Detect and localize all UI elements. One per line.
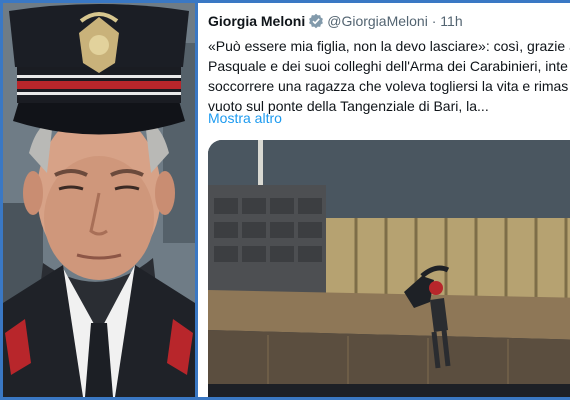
tweet-text-line: soccorrere una ragazza che voleva toglie… [208,78,569,94]
tweet-header: Giorgia Meloni @GiorgiaMeloni · 11h [208,13,463,32]
tweet-text-line: «Può essere mia figlia, non la devo lasc… [208,38,570,54]
author-name[interactable]: Giorgia Meloni [208,13,305,29]
author-handle[interactable]: @GiorgiaMeloni [327,13,428,29]
tweet-text: «Può essere mia figlia, non la devo lasc… [208,36,570,116]
separator-dot: · [431,13,437,29]
tweet-card[interactable]: Giorgia Meloni @GiorgiaMeloni · 11h «Può … [198,3,570,397]
verified-badge-icon [308,13,324,32]
carabiniere-photo [3,3,195,397]
show-more-link[interactable]: Mostra altro [208,110,282,126]
tweet-media-image[interactable] [208,140,570,397]
post-timestamp[interactable]: 11h [440,13,462,29]
tweet-text-line: Pasquale e dei suoi colleghi dell'Arma d… [208,58,568,74]
